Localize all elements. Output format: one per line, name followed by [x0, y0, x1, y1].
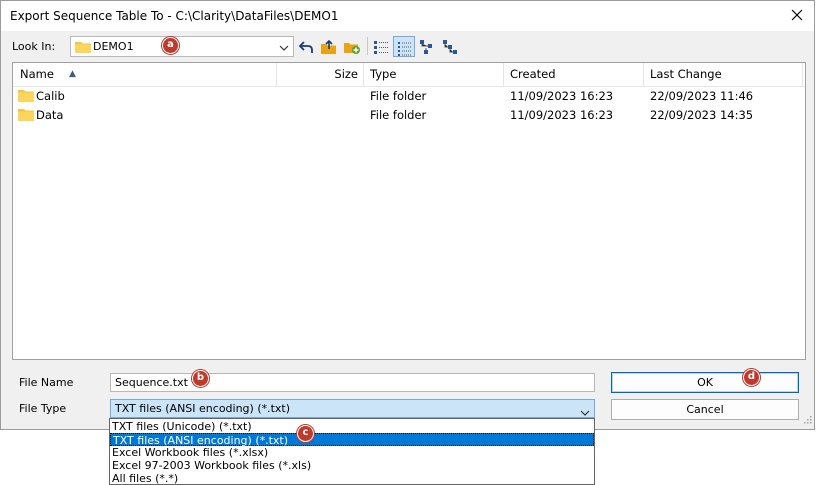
file-type-option[interactable]: All files (*.*) — [110, 472, 594, 485]
folder-icon — [18, 89, 34, 105]
file-name-cell: Calib — [36, 89, 65, 103]
callout-badge-c: c — [297, 425, 314, 442]
column-divider[interactable] — [643, 63, 644, 86]
file-list-header: Name ▲ Size Type Created Last Change — [13, 63, 805, 87]
file-type-option[interactable]: Excel 97-2003 Workbook files (*.xls) — [110, 459, 594, 472]
dialog-title: Export Sequence Table To - C:\Clarity\Da… — [10, 9, 339, 23]
up-one-level-button[interactable] — [318, 36, 340, 57]
file-row-calib[interactable]: Calib File folder 11/09/2023 16:23 22/09… — [13, 87, 805, 106]
file-last-change-cell: 22/09/2023 14:35 — [650, 108, 754, 122]
file-created-cell: 11/09/2023 16:23 — [510, 89, 614, 103]
callout-badge-d: d — [743, 369, 760, 386]
sort-ascending-icon: ▲ — [69, 69, 76, 79]
file-type-label: File Type — [19, 402, 67, 415]
new-folder-button[interactable] — [341, 36, 363, 57]
column-header-type[interactable]: Type — [370, 63, 396, 86]
column-header-name[interactable]: Name — [20, 63, 54, 86]
export-dialog: Export Sequence Table To - C:\Clarity\Da… — [0, 0, 815, 430]
cancel-button[interactable]: Cancel — [611, 399, 799, 420]
file-type-option[interactable]: Excel Workbook files (*.xlsx) — [110, 446, 594, 459]
column-header-last-change[interactable]: Last Change — [650, 63, 722, 86]
chevron-down-icon[interactable] — [279, 42, 289, 55]
file-list[interactable]: Name ▲ Size Type Created Last Change Cal… — [12, 62, 806, 360]
resize-grip-icon[interactable] — [802, 414, 812, 427]
callout-badge-b: b — [192, 370, 209, 387]
back-button[interactable] — [295, 36, 317, 57]
tree-view-icon — [420, 40, 432, 54]
folder-icon — [18, 108, 34, 124]
toolbar-separator — [367, 37, 368, 55]
column-divider[interactable] — [363, 63, 364, 86]
file-name-label: File Name — [19, 376, 74, 389]
file-type-value: TXT files (ANSI encoding) (*.txt) — [115, 402, 291, 415]
callout-badge-a: a — [162, 37, 179, 54]
file-name-field[interactable]: Sequence.txt — [110, 373, 595, 392]
folder-icon — [75, 40, 91, 56]
look-in-value: DEMO1 — [93, 40, 134, 53]
file-type-option[interactable]: TXT files (Unicode) (*.txt) — [110, 420, 594, 433]
column-header-size[interactable]: Size — [277, 63, 358, 86]
column-divider[interactable] — [802, 63, 803, 86]
file-last-change-cell: 22/09/2023 11:46 — [650, 89, 754, 103]
title-bar: Export Sequence Table To - C:\Clarity\Da… — [1, 1, 814, 31]
up-one-level-icon — [321, 39, 336, 54]
list-view-button[interactable] — [370, 36, 392, 57]
tree-view-button[interactable] — [416, 36, 438, 57]
file-type-dropdown[interactable]: TXT files (Unicode) (*.txt) TXT files (A… — [109, 418, 595, 485]
file-name-cell: Data — [36, 108, 64, 122]
column-header-created[interactable]: Created — [510, 63, 556, 86]
back-arrow-icon — [298, 41, 313, 53]
file-type-cell: File folder — [370, 108, 427, 122]
look-in-label: Look In: — [12, 40, 56, 53]
tree-view-alt-button[interactable] — [439, 36, 461, 57]
file-created-cell: 11/09/2023 16:23 — [510, 108, 614, 122]
new-folder-icon — [344, 43, 360, 54]
look-in-combo[interactable]: DEMO1 — [70, 36, 294, 57]
details-view-icon — [398, 42, 412, 56]
column-divider[interactable] — [503, 63, 504, 86]
ok-button[interactable]: OK — [611, 372, 799, 393]
file-type-select[interactable]: TXT files (ANSI encoding) (*.txt) — [110, 399, 595, 418]
tree-view-alt-icon — [443, 40, 457, 54]
close-icon[interactable] — [788, 6, 806, 24]
details-view-button[interactable] — [393, 36, 415, 57]
file-type-cell: File folder — [370, 89, 427, 103]
file-row-data[interactable]: Data File folder 11/09/2023 16:23 22/09/… — [13, 106, 805, 125]
list-view-icon — [374, 41, 388, 54]
file-type-option-selected[interactable]: TXT files (ANSI encoding) (*.txt) — [110, 433, 594, 447]
